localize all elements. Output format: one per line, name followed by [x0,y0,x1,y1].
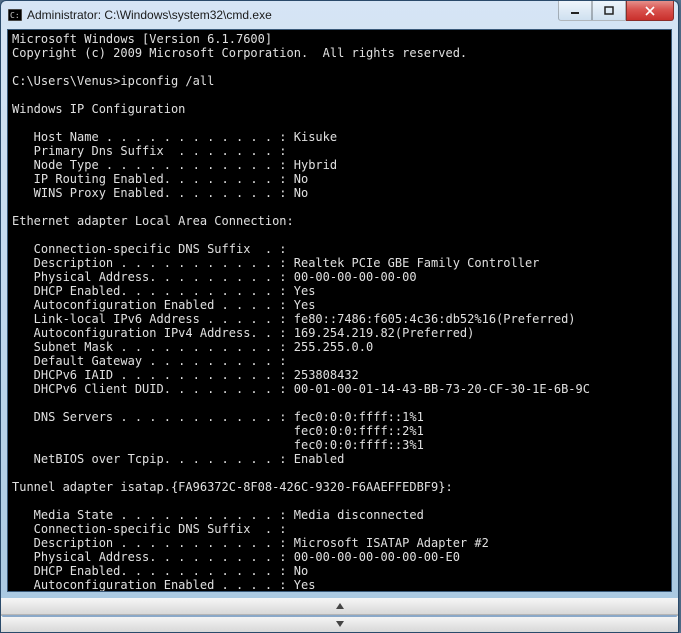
line: fec0:0:0:ffff::3%1 [12,438,424,452]
line: Media State . . . . . . . . . . . : Medi… [12,508,424,522]
line: Subnet Mask . . . . . . . . . . . : 255.… [12,340,373,354]
line: IP Routing Enabled. . . . . . . . : No [12,172,308,186]
console-output[interactable]: Microsoft Windows [Version 6.1.7600] Cop… [7,29,672,592]
vertical-scrollbar[interactable] [1,598,678,632]
line: Autoconfiguration Enabled . . . . : Yes [12,298,315,312]
cmd-window: C: Administrator: C:\Windows\system32\cm… [0,0,679,633]
line: Physical Address. . . . . . . . . : 00-0… [12,270,417,284]
scroll-thumb[interactable] [2,615,677,617]
line: WINS Proxy Enabled. . . . . . . . : No [12,186,308,200]
line: Autoconfiguration IPv4 Address. . : 169.… [12,326,474,340]
line: Host Name . . . . . . . . . . . . : Kisu… [12,130,337,144]
close-button[interactable] [626,1,674,21]
line: NetBIOS over Tcpip. . . . . . . . : Enab… [12,452,344,466]
line: Default Gateway . . . . . . . . . : [12,354,287,368]
line: Description . . . . . . . . . . . : Real… [12,256,539,270]
line: Connection-specific DNS Suffix . : [12,522,287,536]
line: DHCPv6 IAID . . . . . . . . . . . : 2538… [12,368,359,382]
line: Physical Address. . . . . . . . . : 00-0… [12,550,460,564]
line: C:\Users\Venus>ipconfig /all [12,74,214,88]
line: Primary Dns Suffix . . . . . . . : [12,144,287,158]
line: Description . . . . . . . . . . . : Micr… [12,536,489,550]
maximize-button[interactable] [592,1,626,21]
svg-text:C:: C: [10,11,20,20]
window-controls [558,1,674,21]
scroll-down-button[interactable] [1,615,678,632]
line: fec0:0:0:ffff::2%1 [12,424,424,438]
line: DHCP Enabled. . . . . . . . . . . : Yes [12,284,315,298]
line: Tunnel adapter isatap.{FA96372C-8F08-426… [12,480,453,494]
line: DHCP Enabled. . . . . . . . . . . : No [12,564,308,578]
line: Microsoft Windows [Version 6.1.7600] [12,32,272,46]
line: Autoconfiguration Enabled . . . . : Yes [12,578,315,592]
line: Connection-specific DNS Suffix . : [12,242,287,256]
cmd-icon: C: [7,7,23,23]
minimize-button[interactable] [558,1,592,21]
scroll-up-button[interactable] [1,598,678,615]
line: Ethernet adapter Local Area Connection: [12,214,294,228]
line: DNS Servers . . . . . . . . . . . : fec0… [12,410,424,424]
titlebar[interactable]: C: Administrator: C:\Windows\system32\cm… [1,1,678,29]
line: DHCPv6 Client DUID. . . . . . . . : 00-0… [12,382,590,396]
line: Link-local IPv6 Address . . . . . : fe80… [12,312,576,326]
line: Windows IP Configuration [12,102,185,116]
line: Copyright (c) 2009 Microsoft Corporation… [12,46,467,60]
line: Node Type . . . . . . . . . . . . : Hybr… [12,158,337,172]
